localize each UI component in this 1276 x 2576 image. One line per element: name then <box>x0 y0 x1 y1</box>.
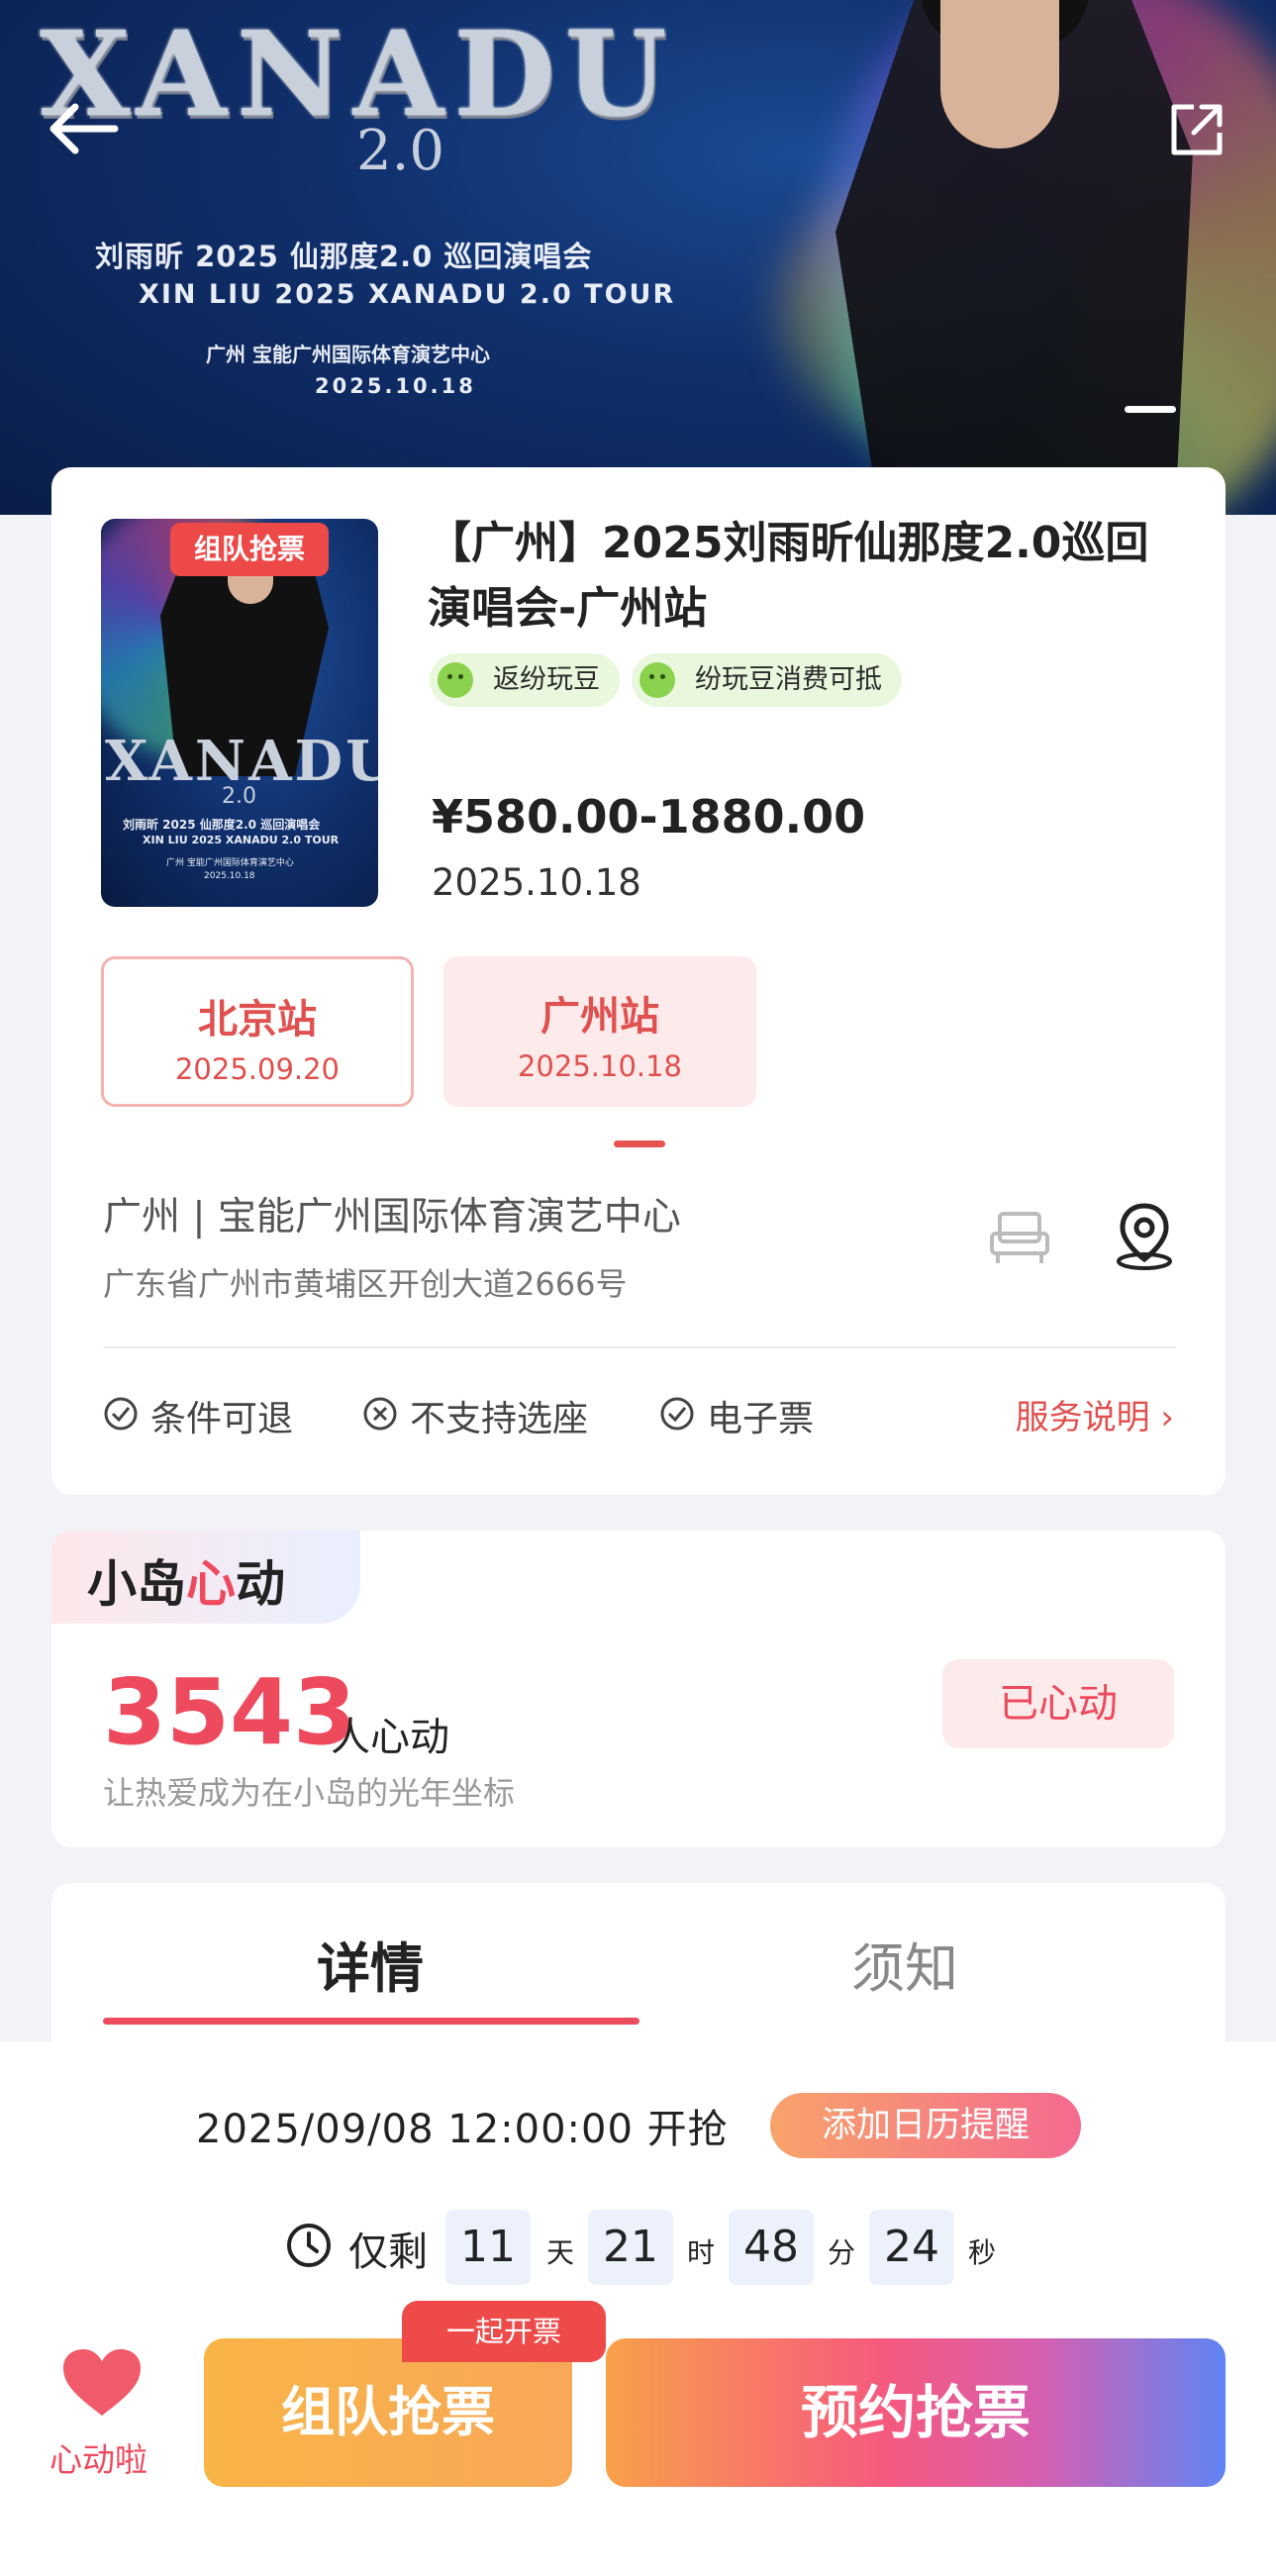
hero-banner: XANADU 2.0 刘雨昕 2025 仙那度2.0 巡回演唱会 XIN LIU… <box>0 0 1276 515</box>
hero-logo-sub: 2.0 <box>356 119 445 183</box>
team-ticket-badge: 组队抢票 <box>170 523 329 576</box>
island-heartbeat-tag: 小岛心动 <box>51 1531 360 1624</box>
island-slogan: 让热爱成为在小岛的光年坐标 <box>103 1774 516 1812</box>
perk-badge-deduct: 纷玩豆消费可抵 <box>632 653 902 707</box>
tab-detail[interactable]: 详情 <box>317 1925 424 2003</box>
perk-label: 纷玩豆消费可抵 <box>695 664 882 695</box>
hero-venue: 广州 宝能广州国际体育演艺中心 <box>206 343 490 366</box>
poster-venue: 广州 宝能广州国际体育演艺中心 <box>166 858 294 868</box>
service-info-link[interactable]: 服务说明 › <box>1016 1390 1174 1438</box>
station-name: 北京站 <box>198 997 317 1042</box>
heartbeat-count: 3543 <box>103 1659 357 1765</box>
island-tag-heart: 心 <box>186 1555 236 1613</box>
smiley-bean-icon <box>639 662 675 698</box>
heart-icon[interactable] <box>59 2346 145 2420</box>
divider <box>103 1346 1176 1348</box>
liked-button[interactable]: 已心动 <box>942 1659 1174 1748</box>
sale-open-time: 2025/09/08 12:00:00 开抢 <box>196 2107 729 2152</box>
feature-e-ticket: 电子票 <box>659 1390 814 1441</box>
event-title: 【广州】2025刘雨昕仙那度2.0巡回演唱会-广州站 <box>428 518 1149 634</box>
heart-label[interactable]: 心动啦 <box>49 2433 147 2481</box>
event-info-card: XANADU 2.0 刘雨昕 2025 仙那度2.0 巡回演唱会 XIN LIU… <box>51 467 1226 1495</box>
poster-title-en: XIN LIU 2025 XANADU 2.0 TOUR <box>143 834 340 846</box>
bottom-purchase-bar: 2025/09/08 12:00:00 开抢 添加日历提醒 仅剩 11 天 21… <box>0 2041 1276 2576</box>
feature-label: 不支持选座 <box>410 1399 589 1439</box>
tab-active-indicator <box>103 2018 639 2025</box>
price-range: ¥580.00-1880.00 <box>432 790 866 843</box>
reserve-ticket-button[interactable]: 预约抢票 <box>606 2338 1226 2487</box>
perk-badge-cashback: 返纷玩豆 <box>430 653 620 707</box>
station-date: 2025.09.20 <box>174 1052 341 1086</box>
hero-pager-indicator <box>1125 406 1176 413</box>
station-selected-indicator <box>614 1140 665 1147</box>
station-beijing[interactable]: 北京站 2025.09.20 <box>101 956 414 1107</box>
countdown-seconds: 24 <box>869 2210 954 2285</box>
countdown-seconds-unit: 秒 <box>968 2236 997 2269</box>
countdown-days-unit: 天 <box>546 2236 575 2269</box>
arrow-left-icon[interactable] <box>46 99 121 158</box>
station-guangzhou[interactable]: 广州站 2025.10.18 <box>443 956 756 1107</box>
countdown-minutes: 48 <box>729 2210 814 2285</box>
station-name: 广州站 <box>540 994 659 1040</box>
hero-tour-title-cn: 刘雨昕 2025 仙那度2.0 巡回演唱会 <box>95 240 593 273</box>
countdown-hours-unit: 时 <box>687 2236 716 2269</box>
event-date: 2025.10.18 <box>432 861 641 904</box>
x-circle-icon <box>363 1397 397 1431</box>
poster-date: 2025.10.18 <box>204 871 255 881</box>
countdown-hours: 21 <box>588 2210 673 2285</box>
venue-name: 广州 | 宝能广州国际体育演艺中心 <box>103 1195 681 1239</box>
hero-artist-face <box>940 0 1059 149</box>
venue-address: 广东省广州市黄埔区开创大道2666号 <box>103 1265 628 1303</box>
station-date: 2025.10.18 <box>517 1049 683 1083</box>
add-calendar-reminder-button[interactable]: 添加日历提醒 <box>770 2093 1081 2158</box>
event-poster[interactable]: XANADU 2.0 刘雨昕 2025 仙那度2.0 巡回演唱会 XIN LIU… <box>101 519 378 907</box>
island-heartbeat-card: 小岛心动 3543 人心动 让热爱成为在小岛的光年坐标 已心动 <box>51 1531 1226 1847</box>
countdown-label: 仅剩 <box>348 2229 428 2275</box>
location-pin-icon[interactable] <box>1113 1200 1176 1271</box>
hero-tour-title-en: XIN LIU 2025 XANADU 2.0 TOUR <box>139 279 676 310</box>
smiley-bean-icon <box>438 662 473 698</box>
feature-label: 电子票 <box>707 1399 815 1439</box>
perk-label: 返纷玩豆 <box>493 664 600 695</box>
feature-label: 条件可退 <box>150 1399 294 1439</box>
clock-icon <box>287 2224 331 2267</box>
feature-refundable: 条件可退 <box>103 1390 293 1441</box>
hero-date: 2025.10.18 <box>315 374 476 398</box>
heartbeat-count-unit: 人心动 <box>331 1715 449 1760</box>
check-circle-icon <box>104 1397 138 1431</box>
countdown-minutes-unit: 分 <box>828 2236 856 2269</box>
feature-no-seat-selection: 不支持选座 <box>362 1390 588 1441</box>
team-open-bubble: 一起开票 <box>402 2301 606 2362</box>
tab-notice[interactable]: 须知 <box>851 1925 958 2003</box>
check-circle-icon <box>660 1397 694 1431</box>
island-tag-prefix: 小岛 <box>87 1555 186 1613</box>
seat-map-icon[interactable] <box>988 1210 1051 1267</box>
countdown-days: 11 <box>445 2210 531 2285</box>
poster-logo-sub: 2.0 <box>222 784 256 809</box>
share-external-icon[interactable] <box>1168 101 1226 158</box>
island-tag-suffix: 动 <box>236 1555 285 1613</box>
poster-title-cn: 刘雨昕 2025 仙那度2.0 巡回演唱会 <box>123 818 321 832</box>
